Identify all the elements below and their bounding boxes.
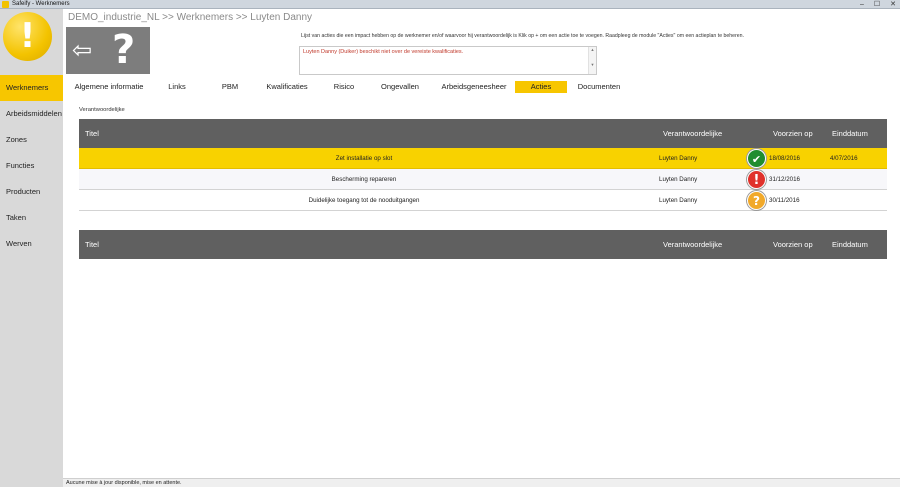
status-ok-icon: ✔ [747, 149, 766, 168]
row-responsible: Luyten Danny [659, 197, 698, 204]
window-title: Safeify - Werknemers [12, 1, 70, 7]
employee-photo-placeholder: ⇦ ? [66, 27, 150, 74]
sidebar-item-arbeidsmiddelen[interactable]: Arbeidsmiddelen [0, 101, 63, 127]
message-box[interactable]: Luyten Danny (Duiker) beschikt niet over… [299, 46, 597, 75]
table-header: Titel Verantwoordelijke Voorzien op Eind… [79, 230, 887, 259]
row-title: Duidelijke toegang tot de nooduitgangen [308, 197, 420, 204]
sidebar-item-taken[interactable]: Taken [0, 205, 63, 231]
column-header-end[interactable]: Einddatum [832, 119, 868, 148]
row-end: 4/07/2016 [830, 155, 858, 162]
status-alert-icon: ! [747, 170, 766, 189]
column-header-responsible[interactable]: Verantwoordelijke [663, 119, 722, 148]
table-header: Titel Verantwoordelijke Voorzien op Eind… [79, 119, 887, 148]
tab-arbeidsgeneesheer[interactable]: Arbeidsgeneesheer [438, 81, 510, 93]
status-bar: Aucune mise à jour disponible, mise en a… [63, 478, 900, 487]
row-title: Zet installatie op slot [335, 155, 393, 162]
sidebar-item-werknemers[interactable]: Werknemers [0, 75, 63, 101]
tab-risico[interactable]: Risico [329, 81, 359, 93]
info-text: Lijst van acties die een impact hebben o… [301, 33, 745, 39]
row-responsible: Luyten Danny [659, 155, 698, 162]
title-bar: Safeify - Werknemers – ☐ ✕ [0, 0, 900, 9]
tab-acties[interactable]: Acties [515, 81, 567, 93]
column-header-due[interactable]: Voorzien op [773, 119, 813, 148]
breadcrumb: DEMO_industrie_NL >> Werknemers >> Luyte… [68, 12, 313, 23]
row-responsible: Luyten Danny [659, 176, 698, 183]
message-scrollbar[interactable]: ▲ ▼ [588, 47, 596, 74]
tab-pbm[interactable]: PBM [216, 81, 244, 93]
column-header-title[interactable]: Titel [85, 119, 99, 148]
sidebar: ! Werknemers Arbeidsmiddelen Zones Funct… [0, 9, 63, 487]
close-button[interactable]: ✕ [890, 0, 896, 9]
minimize-button[interactable]: – [860, 0, 864, 9]
sidebar-item-producten[interactable]: Producten [0, 179, 63, 205]
column-header-title[interactable]: Titel [85, 230, 99, 259]
row-due: 18/08/2016 [769, 155, 800, 162]
status-question-icon: ? [747, 191, 766, 210]
actions-table: Titel Verantwoordelijke Voorzien op Eind… [79, 119, 887, 211]
column-header-end[interactable]: Einddatum [832, 230, 868, 259]
row-due: 30/11/2016 [769, 197, 800, 204]
message-text: Luyten Danny (Duiker) beschikt niet over… [303, 49, 464, 55]
row-due: 31/12/2016 [769, 176, 800, 183]
tab-bar: Algemene informatie Links PBM Kwalificat… [66, 81, 900, 93]
back-arrow-icon[interactable]: ⇦ [72, 36, 92, 64]
table-row[interactable]: Bescherming repareren Luyten Danny ! 31/… [79, 169, 887, 190]
tab-documenten[interactable]: Documenten [574, 81, 624, 93]
safeify-logo: ! [3, 12, 52, 61]
question-mark-icon: ? [112, 27, 136, 73]
second-actions-table: Titel Verantwoordelijke Voorzien op Eind… [79, 230, 887, 259]
column-header-responsible[interactable]: Verantwoordelijke [663, 230, 722, 259]
table-row[interactable]: Duidelijke toegang tot de nooduitgangen … [79, 190, 887, 211]
sidebar-nav: Werknemers Arbeidsmiddelen Zones Functie… [0, 75, 63, 257]
maximize-button[interactable]: ☐ [874, 0, 880, 9]
section-label: Verantwoordelijke [79, 107, 125, 113]
tab-ongevallen[interactable]: Ongevallen [378, 81, 422, 93]
column-header-due[interactable]: Voorzien op [773, 230, 813, 259]
app-icon [2, 1, 9, 8]
sidebar-item-werven[interactable]: Werven [0, 231, 63, 257]
tab-algemene-informatie[interactable]: Algemene informatie [71, 81, 147, 93]
sidebar-item-functies[interactable]: Functies [0, 153, 63, 179]
window-controls: – ☐ ✕ [860, 0, 896, 9]
tab-links[interactable]: Links [162, 81, 192, 93]
table-row[interactable]: Zet installatie op slot Luyten Danny ✔ 1… [79, 148, 887, 169]
sidebar-item-zones[interactable]: Zones [0, 127, 63, 153]
row-title: Bescherming repareren [331, 176, 397, 183]
tab-kwalificaties[interactable]: Kwalificaties [261, 81, 313, 93]
